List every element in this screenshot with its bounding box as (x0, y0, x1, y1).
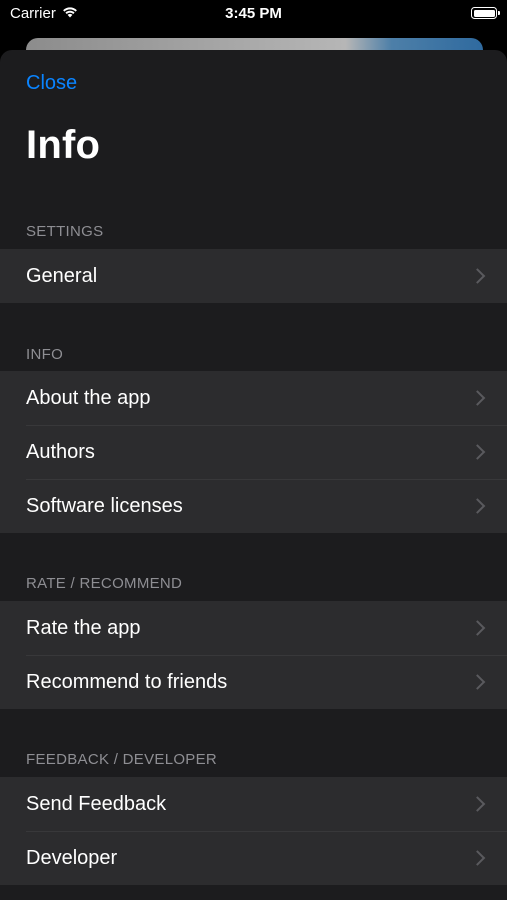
info-sheet: Close Info SETTINGS General INFO About t… (0, 50, 507, 900)
list-item-software-licenses[interactable]: Software licenses (0, 479, 507, 533)
section-header-settings: SETTINGS (26, 223, 104, 240)
list-item-label: Recommend to friends (26, 670, 228, 693)
list-item-send-feedback[interactable]: Send Feedback (0, 777, 507, 831)
list-item-label: General (26, 264, 98, 287)
chevron-right-icon (469, 620, 486, 636)
chevron-right-icon (469, 268, 486, 284)
chevron-right-icon (469, 674, 486, 690)
page-title: Info (26, 123, 101, 167)
feedback-developer-group: Send Feedback Developer (0, 777, 507, 885)
status-time: 3:45 PM (225, 5, 282, 22)
list-item-label: Rate the app (26, 616, 141, 639)
list-item-rate-the-app[interactable]: Rate the app (0, 601, 507, 655)
list-item-label: Developer (26, 846, 118, 869)
close-button[interactable]: Close (26, 72, 77, 95)
list-item-developer[interactable]: Developer (0, 831, 507, 885)
screen: Carrier 3:45 PM Close Info SETTINGS Gene… (0, 0, 507, 900)
section-header-info: INFO (26, 346, 64, 363)
chevron-right-icon (469, 850, 486, 866)
battery-icon (471, 7, 500, 19)
list-item-recommend-to-friends[interactable]: Recommend to friends (0, 655, 507, 709)
chevron-right-icon (469, 796, 486, 812)
list-item-authors[interactable]: Authors (0, 425, 507, 479)
list-item-label: About the app (26, 386, 151, 409)
status-bar: Carrier 3:45 PM (0, 0, 507, 30)
chevron-right-icon (469, 498, 486, 514)
list-item-about-the-app[interactable]: About the app (0, 371, 507, 425)
chevron-right-icon (469, 390, 486, 406)
info-group: About the app Authors Software licenses (0, 371, 507, 533)
list-item-label: Send Feedback (26, 792, 167, 815)
chevron-right-icon (469, 444, 486, 460)
list-item-label: Authors (26, 440, 95, 463)
settings-group: General (0, 249, 507, 303)
list-item-label: Software licenses (26, 494, 183, 517)
rate-recommend-group: Rate the app Recommend to friends (0, 601, 507, 709)
section-header-feedback-developer: FEEDBACK / DEVELOPER (26, 751, 218, 768)
section-header-rate-recommend: RATE / RECOMMEND (26, 575, 183, 592)
list-item-general[interactable]: General (0, 249, 507, 303)
